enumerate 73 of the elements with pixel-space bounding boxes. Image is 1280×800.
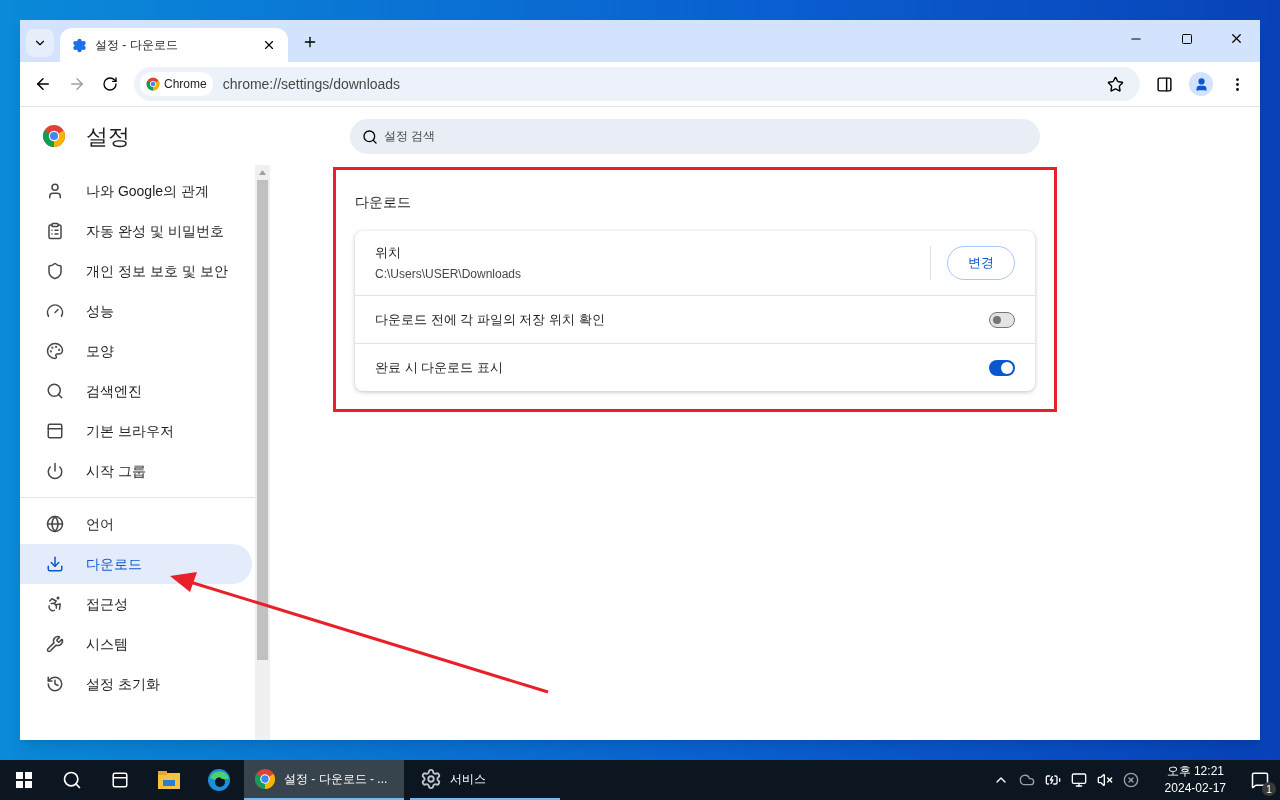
- close-tab-icon: [262, 38, 276, 52]
- sidebar-item[interactable]: 접근성: [20, 584, 252, 624]
- search-field[interactable]: 설정 검색: [350, 118, 1040, 154]
- cloud-icon[interactable]: [1018, 772, 1035, 788]
- shield-icon: [46, 262, 64, 280]
- sidebar-item[interactable]: 시스템: [20, 624, 252, 664]
- url-text: chrome://settings/downloads: [222, 74, 402, 94]
- gauge-icon: [46, 302, 64, 320]
- sidebar-item[interactable]: 모양: [20, 331, 252, 371]
- address-bar[interactable]: Chrome chrome://settings/downloads: [134, 67, 1140, 101]
- task-view-icon[interactable]: [111, 771, 129, 789]
- wrench-icon: [46, 635, 64, 653]
- side-panel-icon[interactable]: [1156, 75, 1173, 93]
- setting-label: 완료 시 다운로드 표시: [375, 358, 504, 377]
- folder-icon[interactable]: [158, 771, 180, 789]
- search-icon: [46, 382, 64, 400]
- browser-window-icon: [46, 422, 64, 440]
- chrome-logo-icon: [254, 768, 276, 790]
- history-icon: [46, 675, 64, 693]
- settings-title: 설정: [86, 122, 130, 151]
- sidebar-item[interactable]: 개인 정보 보호 및 보안: [20, 251, 252, 291]
- taskbar-app-button[interactable]: 설정 - 다운로드 - ...: [244, 760, 404, 800]
- download-icon: [46, 555, 64, 573]
- scrollbar[interactable]: [255, 165, 270, 740]
- clock-time: 오후 12:21: [1166, 763, 1224, 780]
- setting-label: 다운로드 전에 각 파일의 저장 위치 확인: [375, 310, 606, 329]
- profile-avatar[interactable]: [1189, 72, 1213, 96]
- browser-tab[interactable]: 설정 - 다운로드: [60, 28, 288, 62]
- search-icon: [362, 128, 378, 145]
- person-icon: [46, 182, 64, 200]
- windows-start-icon[interactable]: [16, 772, 32, 788]
- settings-gear-icon: [72, 37, 87, 53]
- globe-icon: [46, 515, 64, 533]
- sidebar-item[interactable]: 설정 초기화: [20, 664, 252, 704]
- swirl-logo-icon[interactable]: [208, 769, 230, 791]
- gears-icon: [420, 768, 442, 790]
- section-title: 다운로드: [355, 193, 412, 212]
- power-icon: [46, 462, 64, 480]
- notification-count: 1: [1262, 782, 1276, 796]
- sidebar-item[interactable]: 자동 완성 및 비밀번호: [20, 211, 252, 251]
- chrome-logo-icon: [42, 124, 66, 148]
- forward-arrow-icon[interactable]: [68, 75, 86, 93]
- site-chip-label: Chrome: [164, 76, 207, 93]
- sidebar-item[interactable]: 성능: [20, 291, 252, 331]
- reload-icon[interactable]: [102, 76, 118, 92]
- sidebar-item[interactable]: 다운로드: [20, 544, 252, 584]
- chrome-logo-icon: [146, 77, 160, 91]
- notification-icon[interactable]: [1251, 771, 1269, 789]
- setting-label: 위치: [375, 244, 402, 263]
- sidebar-item[interactable]: 나와 Google의 관계: [20, 171, 252, 211]
- clipboard-icon: [46, 222, 64, 240]
- sidebar-item[interactable]: 시작 그룹: [20, 451, 252, 491]
- download-path: C:\Users\USER\Downloads: [375, 265, 523, 283]
- sidebar-item[interactable]: 검색엔진: [20, 371, 252, 411]
- maximize-icon[interactable]: [1181, 33, 1193, 45]
- sidebar-item[interactable]: 기본 브라우저: [20, 411, 252, 451]
- taskbar-app-button[interactable]: 서비스: [410, 760, 560, 800]
- close-window-icon[interactable]: [1229, 31, 1244, 46]
- clock-date: 2024-02-17: [1164, 780, 1226, 797]
- bookmark-star-icon: [1107, 75, 1124, 93]
- battery-icon[interactable]: [1044, 772, 1061, 788]
- search-icon[interactable]: [62, 770, 82, 790]
- sidebar-item[interactable]: 언어: [20, 504, 252, 544]
- tab-title: 설정 - 다운로드: [95, 37, 179, 54]
- error-circle-icon[interactable]: [1122, 772, 1139, 788]
- muted-speaker-icon[interactable]: [1096, 772, 1113, 788]
- new-tab-icon[interactable]: [302, 34, 318, 50]
- toggle-switch[interactable]: [989, 311, 1015, 328]
- toggle-switch[interactable]: [989, 359, 1015, 376]
- accessibility-icon: [46, 595, 64, 613]
- palette-icon: [46, 342, 64, 360]
- site-chip[interactable]: Chrome: [140, 72, 213, 96]
- network-icon[interactable]: [1070, 772, 1087, 788]
